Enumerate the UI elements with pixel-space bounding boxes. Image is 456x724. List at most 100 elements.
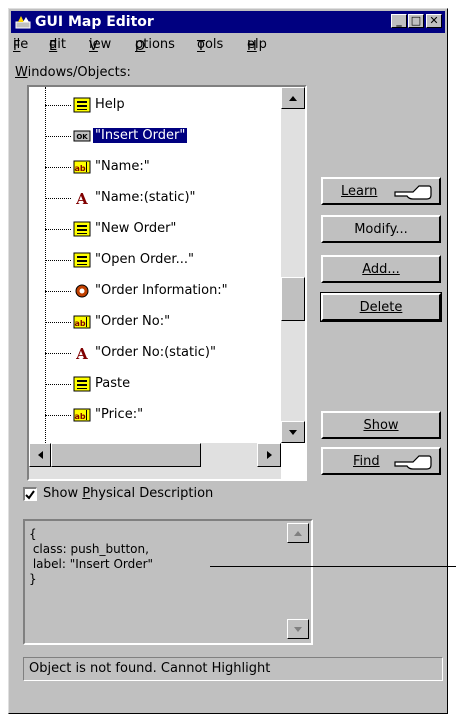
menu-icon	[73, 376, 91, 392]
menu-help[interactable]: Help	[247, 37, 267, 54]
tree-item-label: "Name:(static)"	[95, 190, 196, 205]
modify-button[interactable]: Modify...	[321, 215, 441, 243]
description-scroll-up-button[interactable]	[287, 523, 309, 543]
arrow-up-icon	[294, 531, 302, 536]
windows-objects-label: Windows/Objects:	[15, 65, 131, 80]
tree-item-label: Help	[95, 97, 125, 112]
tree-item-label: "New Order"	[95, 221, 177, 236]
app-icon	[15, 16, 31, 29]
tree-item-label: "Open Order..."	[95, 252, 194, 267]
description-scroll-down-button[interactable]	[287, 619, 309, 639]
arrow-up-icon	[289, 96, 297, 101]
static-text-icon: A	[73, 345, 91, 363]
menu-icon	[73, 97, 91, 113]
minimize-button[interactable]: _	[391, 14, 407, 28]
tree-branch-line	[45, 353, 71, 354]
show-physical-checkbox[interactable]	[23, 487, 37, 501]
tree-item[interactable]: Paste	[29, 370, 269, 400]
edit-field-icon: ab	[73, 314, 91, 330]
close-icon: ✕	[429, 14, 439, 27]
svg-text:ab: ab	[74, 412, 85, 421]
tree-item-label: "Name:"	[95, 159, 150, 174]
pointing-hand-icon	[394, 455, 432, 470]
tree-item[interactable]: ab "Price:"	[29, 401, 269, 431]
tree-item[interactable]: OK "Insert Order"	[29, 122, 269, 152]
ok-button-icon: OK	[73, 128, 91, 144]
svg-text:A: A	[75, 345, 88, 361]
tree-branch-line	[45, 136, 71, 137]
find-button-label: Find	[353, 454, 380, 469]
tree-item-label: "Order No:"	[95, 314, 171, 329]
status-bar: Object is not found. Cannot Highlight	[23, 657, 443, 681]
object-tree-list[interactable]: Help OK "Insert Order" ab "Name:" A "Name:(sta…	[27, 85, 307, 481]
description-line: }	[29, 572, 37, 586]
delete-button[interactable]: Delete	[320, 292, 442, 322]
add-button[interactable]: Add...	[321, 255, 441, 283]
tree-item[interactable]: "Order Information:"	[29, 277, 269, 307]
tree-item[interactable]: ab "Order No:"	[29, 308, 269, 338]
tree-item[interactable]: A "Name:(static)"	[29, 184, 269, 214]
modify-button-label: Modify...	[354, 222, 408, 237]
tree-branch-line	[45, 105, 71, 106]
arrow-right-icon	[267, 451, 272, 459]
vertical-scroll-thumb[interactable]	[281, 277, 305, 321]
menu-edit[interactable]: Edit	[49, 37, 66, 54]
callout-line	[210, 566, 456, 567]
menu-bar: File Edit View Options Tools Help	[11, 35, 445, 55]
menu-file[interactable]: File	[13, 37, 28, 54]
arrow-left-icon	[38, 451, 43, 459]
minimize-icon: _	[396, 14, 402, 27]
gui-map-editor-window: GUI Map Editor _ □ ✕ File Edit View Opti…	[8, 8, 448, 714]
learn-button[interactable]: Learn	[321, 177, 441, 205]
scroll-up-button[interactable]	[281, 87, 305, 109]
horizontal-scroll-thumb[interactable]	[51, 443, 201, 467]
svg-text:A: A	[75, 190, 88, 206]
show-button[interactable]: Show	[321, 411, 441, 439]
description-scrollbar[interactable]	[287, 521, 309, 643]
vertical-scrollbar[interactable]	[281, 87, 305, 443]
tree-item[interactable]: "Open Order..."	[29, 246, 269, 276]
description-text: { class: push_button, label: "Insert Ord…	[29, 527, 153, 587]
description-line: class: push_button,	[29, 542, 149, 556]
tree-item[interactable]: A "Order No:(static)"	[29, 339, 269, 369]
menu-view[interactable]: View	[89, 37, 111, 54]
scroll-left-button[interactable]	[29, 443, 51, 467]
title-bar[interactable]: GUI Map Editor _ □ ✕	[11, 11, 445, 33]
scroll-down-button[interactable]	[281, 421, 305, 443]
svg-text:ab: ab	[74, 164, 85, 173]
window-icon	[73, 283, 91, 299]
tree-item-label: "Order No:(static)"	[95, 345, 216, 360]
edit-field-icon: ab	[73, 159, 91, 175]
tree-branch-line	[45, 198, 71, 199]
tree-item[interactable]: "New Order"	[29, 215, 269, 245]
description-line: label: "Insert Order"	[29, 557, 154, 571]
tree-item[interactable]: Help	[29, 91, 269, 121]
static-text-icon: A	[73, 190, 91, 208]
edit-field-icon: ab	[73, 407, 91, 423]
arrow-down-icon	[289, 430, 297, 435]
menu-icon	[73, 252, 91, 268]
horizontal-scrollbar[interactable]	[29, 443, 281, 479]
physical-description-textarea[interactable]: { class: push_button, label: "Insert Ord…	[23, 519, 313, 645]
close-button[interactable]: ✕	[426, 14, 442, 28]
maximize-button[interactable]: □	[408, 14, 424, 28]
maximize-icon: □	[410, 14, 422, 27]
window-title: GUI Map Editor	[35, 14, 154, 30]
description-line: {	[29, 527, 37, 541]
menu-tools[interactable]: Tools	[197, 37, 223, 54]
scroll-right-button[interactable]	[257, 443, 281, 467]
menu-options[interactable]: Options	[135, 37, 175, 54]
tree-item-label: "Insert Order"	[93, 128, 188, 143]
tree-item-label: "Price:"	[95, 407, 144, 422]
tree-branch-line	[45, 167, 71, 168]
find-button[interactable]: Find	[321, 447, 441, 475]
tree-item-label: "Order Information:"	[95, 283, 228, 298]
tree-item[interactable]: ab "Name:"	[29, 153, 269, 183]
arrow-down-icon	[294, 627, 302, 632]
show-physical-label: Show Physical Description	[43, 486, 214, 501]
menu-icon	[73, 221, 91, 237]
tree-branch-line	[45, 384, 71, 385]
learn-button-label: Learn	[341, 184, 378, 199]
tree-branch-line	[45, 415, 71, 416]
tree-branch-line	[45, 260, 71, 261]
